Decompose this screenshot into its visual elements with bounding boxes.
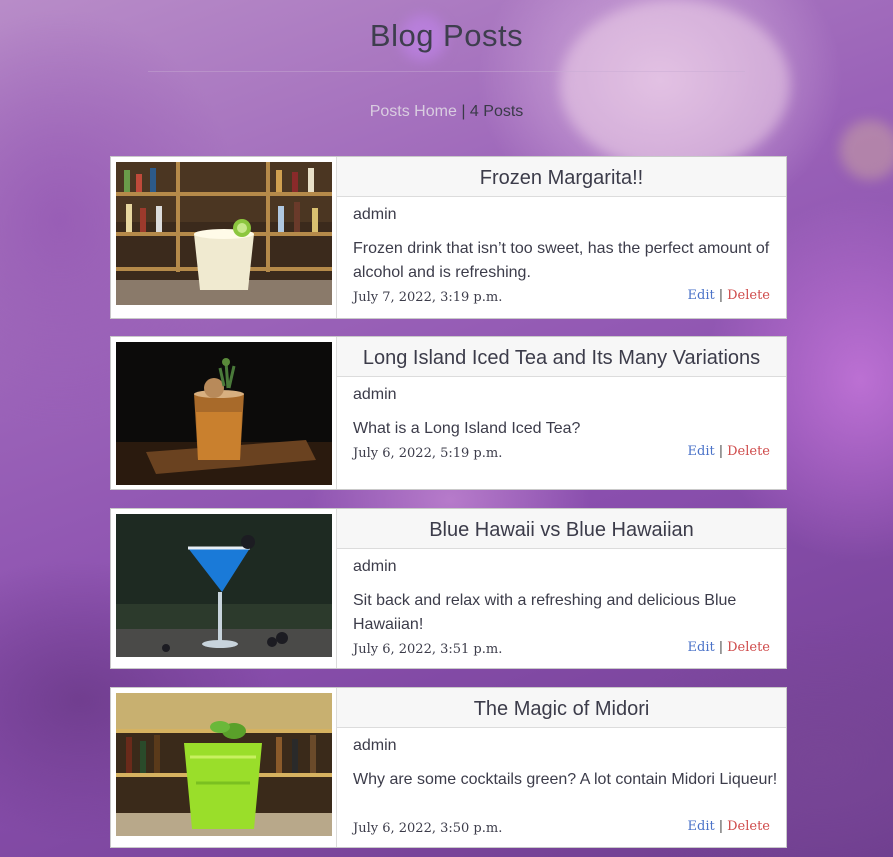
edit-post-link[interactable]: Edit [688,444,715,459]
blue-hawaiian-image[interactable] [116,514,332,657]
edit-post-link[interactable]: Edit [688,819,715,834]
nav-separator: | [461,103,466,120]
post-excerpt: Frozen drink that isn’t too sweet, has t… [353,240,770,281]
post-title-link[interactable]: The Magic of Midori [337,698,786,721]
post-card: The Magic of Midori admin Why are some c… [110,687,787,848]
post-thumbnail-frame [111,509,337,668]
frozen-margarita-image[interactable] [116,162,332,305]
post-author: admin [353,206,397,223]
post-excerpt: Why are some cocktails green? A lot cont… [353,771,778,788]
actions-separator: | [718,640,724,655]
delete-post-link[interactable]: Delete [727,444,770,459]
post-card: Frozen Margarita!! admin Frozen drink th… [110,156,787,319]
post-card: Long Island Iced Tea and Its Many Variat… [110,336,787,490]
post-thumbnail-frame [111,157,337,318]
delete-post-link[interactable]: Delete [727,819,770,834]
post-header: The Magic of Midori [337,688,786,728]
post-thumbnail-frame [111,337,337,489]
actions-separator: | [718,444,724,459]
post-title-link[interactable]: Blue Hawaii vs Blue Hawaiian [337,519,786,542]
delete-post-link[interactable]: Delete [727,288,770,303]
post-actions: Edit | Delete [688,819,770,834]
post-date: July 6, 2022, 3:50 p.m. [353,821,503,836]
post-thumbnail-frame [111,688,337,847]
posts-nav: Posts Home | 4 Posts [0,103,893,121]
post-excerpt: What is a Long Island Iced Tea? [353,420,581,437]
delete-post-link[interactable]: Delete [727,640,770,655]
post-date: July 7, 2022, 3:19 p.m. [353,290,503,305]
post-excerpt: Sit back and relax with a refreshing and… [353,592,737,633]
page-header: Blog Posts Posts Home | 4 Posts [0,0,893,140]
actions-separator: | [718,819,724,834]
post-date: July 6, 2022, 5:19 p.m. [353,446,503,461]
post-header: Long Island Iced Tea and Its Many Variat… [337,337,786,377]
post-card: Blue Hawaii vs Blue Hawaiian admin Sit b… [110,508,787,669]
post-author: admin [353,558,397,575]
page-title: Blog Posts [369,18,524,53]
post-author: admin [353,737,397,754]
long-island-iced-tea-image[interactable] [116,342,332,485]
edit-post-link[interactable]: Edit [688,288,715,303]
posts-home-link[interactable]: Posts Home [370,103,457,120]
midori-cocktail-image[interactable] [116,693,332,836]
post-author: admin [353,386,397,403]
post-actions: Edit | Delete [688,640,770,655]
post-title-link[interactable]: Long Island Iced Tea and Its Many Variat… [337,347,786,370]
post-count: 4 Posts [469,103,524,120]
title-divider [148,71,745,72]
post-date: July 6, 2022, 3:51 p.m. [353,642,503,657]
post-header: Frozen Margarita!! [337,157,786,197]
edit-post-link[interactable]: Edit [688,640,715,655]
post-actions: Edit | Delete [688,288,770,303]
post-title-link[interactable]: Frozen Margarita!! [337,167,786,190]
post-actions: Edit | Delete [688,444,770,459]
actions-separator: | [718,288,724,303]
post-header: Blue Hawaii vs Blue Hawaiian [337,509,786,549]
